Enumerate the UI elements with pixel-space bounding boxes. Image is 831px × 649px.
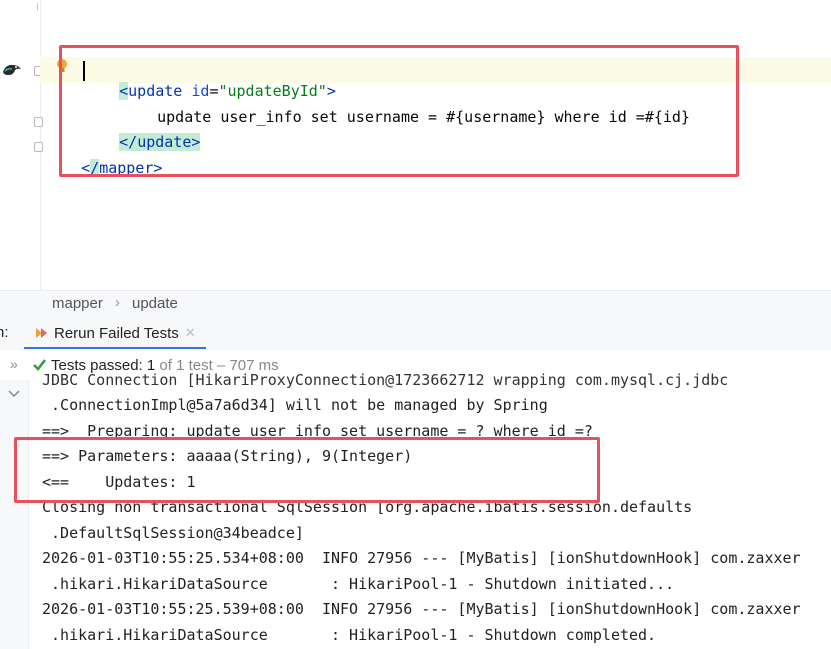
tab-rerun-failed-tests[interactable]: Rerun Failed Tests ✕	[24, 319, 206, 349]
run-panel-header: n: Rerun Failed Tests ✕	[0, 316, 831, 351]
rerun-icon	[36, 328, 47, 338]
console-line: JDBC Connection [HikariProxyConnection@1…	[42, 371, 729, 389]
console-line: .DefaultSqlSession@34beadce]	[42, 524, 304, 542]
breadcrumb: mapper › update	[0, 290, 831, 317]
console-output[interactable]: JDBC Connection [HikariProxyConnection@1…	[0, 371, 831, 649]
console-line: 2026-01-03T10:55:25.539+08:00 INFO 27956…	[42, 600, 801, 618]
console-highlight-box	[14, 437, 600, 503]
expand-icon[interactable]: »	[10, 356, 18, 372]
mybatis-bird-icon[interactable]	[2, 62, 22, 78]
breadcrumb-item-update[interactable]: update	[132, 295, 178, 312]
chevron-down-icon[interactable]	[8, 390, 20, 398]
run-panel-label: n:	[0, 324, 9, 341]
close-icon[interactable]: ✕	[185, 325, 196, 341]
fold-icon[interactable]	[34, 117, 43, 127]
breadcrumb-item-mapper[interactable]: mapper	[52, 295, 103, 312]
console-gutter	[0, 380, 29, 649]
console-line: .ConnectionImpl@5a7a6d34] will not be ma…	[42, 396, 548, 414]
editor-gutter	[0, 0, 43, 290]
code-highlight-box	[59, 45, 739, 177]
console-line: .hikari.HikariDataSource : HikariPool-1 …	[42, 626, 657, 644]
tab-label: Rerun Failed Tests	[54, 324, 179, 342]
breadcrumb-separator: ›	[115, 294, 120, 311]
code-editor[interactable]: <update id="updateById"> update user_inf…	[0, 0, 831, 290]
console-line: 2026-01-03T10:55:25.534+08:00 INFO 27956…	[42, 549, 801, 567]
console-line: .hikari.HikariDataSource : HikariPool-1 …	[42, 575, 675, 593]
fold-icon[interactable]	[34, 142, 43, 152]
